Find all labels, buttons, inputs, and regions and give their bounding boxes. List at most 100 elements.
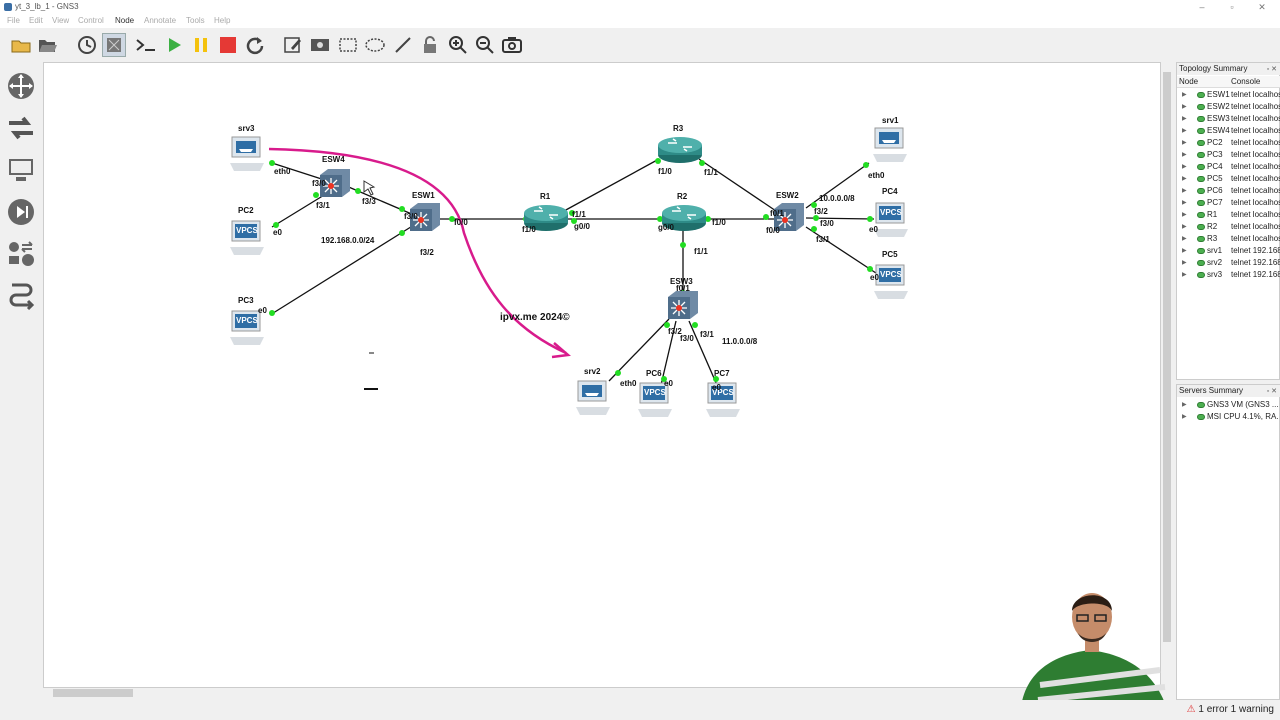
expand-icon[interactable]: ▶ (1182, 101, 1187, 113)
expand-icon[interactable]: ▶ (1182, 161, 1187, 173)
all-devices-category-icon[interactable] (5, 238, 37, 270)
topology-row[interactable]: ▶ PC3 telnet localhost (1177, 149, 1280, 161)
security-devices-category-icon[interactable] (5, 196, 37, 228)
port-label: f3/2 (420, 248, 434, 257)
topology-row[interactable]: ▶ srv1 telnet 192.168 (1177, 245, 1280, 257)
expand-icon[interactable]: ▶ (1182, 233, 1187, 245)
topology-row[interactable]: ▶ ESW1 telnet localhost (1177, 89, 1280, 101)
add-link-icon[interactable] (5, 280, 37, 312)
expand-icon[interactable]: ▶ (1182, 221, 1187, 233)
new-project-icon[interactable] (9, 33, 33, 57)
open-project-icon[interactable] (36, 33, 60, 57)
r3-router-icon[interactable] (656, 135, 704, 165)
node-status-icon (1197, 236, 1205, 242)
topology-row[interactable]: ▶ R2 telnet localhost (1177, 221, 1280, 233)
watermark-annotation[interactable]: ipvx.me 2024© (500, 312, 570, 323)
expand-icon[interactable]: ▶ (1182, 185, 1187, 197)
srv1-server-icon[interactable] (873, 126, 907, 166)
topology-row[interactable]: ▶ PC2 telnet localhost (1177, 137, 1280, 149)
draw-rectangle-icon[interactable] (336, 33, 360, 57)
port-dot (399, 230, 405, 236)
dock-controls-icon[interactable]: ▫ ✕ (1267, 65, 1277, 73)
start-all-icon[interactable] (162, 33, 186, 57)
topology-row[interactable]: ▶ R1 telnet localhost (1177, 209, 1280, 221)
expand-icon[interactable]: ▶ (1182, 125, 1187, 137)
expand-icon[interactable]: ▶ (1182, 209, 1187, 221)
show-interface-labels-icon[interactable] (102, 33, 126, 57)
column-header-node[interactable]: Node (1177, 76, 1229, 88)
srv3-server-icon[interactable] (230, 135, 264, 175)
topology-node-console: telnet localhost (1231, 222, 1280, 231)
pc3-vpcs-icon[interactable]: VPCS (230, 309, 264, 349)
lock-icon[interactable] (418, 33, 442, 57)
topology-row[interactable]: ▶ ESW3 telnet localhost (1177, 113, 1280, 125)
expand-icon[interactable]: ▶ (1182, 257, 1187, 269)
menu-control[interactable]: Control (78, 16, 104, 25)
topology-row[interactable]: ▶ srv2 telnet 192.168 (1177, 257, 1280, 269)
expand-icon[interactable]: ▶ (1182, 245, 1187, 257)
scrollbar-thumb[interactable] (53, 689, 133, 697)
switches-category-icon[interactable] (5, 112, 37, 144)
menu-node[interactable]: Node (115, 16, 134, 25)
expand-icon[interactable]: ▶ (1182, 113, 1187, 125)
topology-row[interactable]: ▶ PC5 telnet localhost (1177, 173, 1280, 185)
port-label: f0/1 (676, 284, 690, 293)
expand-icon[interactable]: ▶ (1182, 269, 1187, 281)
error-status[interactable]: ⚠ 1 error 1 warning (1187, 704, 1274, 715)
topology-node-name: PC7 (1207, 198, 1223, 207)
error-status-text: 1 error 1 warning (1198, 704, 1274, 715)
expand-icon[interactable]: ▶ (1182, 137, 1187, 149)
topology-row[interactable]: ▶ PC4 telnet localhost (1177, 161, 1280, 173)
expand-icon[interactable]: ▶ (1182, 173, 1187, 185)
insert-picture-icon[interactable] (308, 33, 332, 57)
draw-ellipse-icon[interactable] (363, 33, 387, 57)
esw3-switch-icon[interactable] (666, 289, 700, 321)
srv2-server-icon[interactable] (576, 379, 610, 419)
maximize-icon[interactable]: ▫ (1226, 1, 1238, 13)
port-label: f3/3 (362, 197, 376, 206)
screenshot-icon[interactable] (500, 33, 524, 57)
reload-all-icon[interactable] (243, 33, 267, 57)
menu-view[interactable]: View (52, 16, 69, 25)
server-row[interactable]: ▶ GNS3 VM (GNS3 ... (1177, 399, 1280, 411)
zoom-in-icon[interactable] (446, 33, 470, 57)
port-label: e0 (869, 225, 878, 234)
snapshot-icon[interactable] (75, 33, 99, 57)
scrollbar-thumb[interactable] (1163, 72, 1171, 642)
pc5-vpcs-icon[interactable]: VPCS (874, 263, 908, 303)
close-icon[interactable]: ✕ (1256, 1, 1268, 13)
menu-file[interactable]: File (7, 16, 20, 25)
end-devices-category-icon[interactable] (5, 154, 37, 186)
dock-controls-icon[interactable]: ▫ ✕ (1267, 387, 1277, 395)
menu-edit[interactable]: Edit (29, 16, 43, 25)
topology-row[interactable]: ▶ R3 telnet localhost (1177, 233, 1280, 245)
expand-icon[interactable]: ▶ (1182, 89, 1187, 101)
pc4-vpcs-icon[interactable]: VPCS (874, 201, 908, 241)
menu-tools[interactable]: Tools (186, 16, 205, 25)
routers-category-icon[interactable] (5, 70, 37, 102)
expand-icon[interactable]: ▶ (1182, 411, 1187, 423)
port-label: f3/1 (316, 201, 330, 210)
topology-row[interactable]: ▶ PC7 telnet localhost (1177, 197, 1280, 209)
topology-row[interactable]: ▶ ESW2 telnet localhost (1177, 101, 1280, 113)
stop-all-icon[interactable] (216, 33, 240, 57)
draw-line-icon[interactable] (391, 33, 415, 57)
menu-help[interactable]: Help (214, 16, 230, 25)
topology-node-name: PC2 (1207, 138, 1223, 147)
topology-row[interactable]: ▶ ESW4 telnet localhost (1177, 125, 1280, 137)
menu-annotate[interactable]: Annotate (144, 16, 176, 25)
column-header-console[interactable]: Console (1229, 76, 1280, 88)
add-note-icon[interactable] (281, 33, 305, 57)
zoom-out-icon[interactable] (473, 33, 497, 57)
minimize-icon[interactable]: – (1196, 1, 1208, 13)
expand-icon[interactable]: ▶ (1182, 149, 1187, 161)
expand-icon[interactable]: ▶ (1182, 399, 1187, 411)
expand-icon[interactable]: ▶ (1182, 197, 1187, 209)
suspend-all-icon[interactable] (189, 33, 213, 57)
server-row[interactable]: ▶ MSI CPU 4.1%, RA... (1177, 411, 1280, 423)
topology-row[interactable]: ▶ PC6 telnet localhost (1177, 185, 1280, 197)
topology-row[interactable]: ▶ srv3 telnet 192.168 (1177, 269, 1280, 281)
console-all-icon[interactable] (134, 33, 158, 57)
main-toolbar (0, 29, 1280, 61)
pc2-vpcs-icon[interactable]: VPCS (230, 219, 264, 259)
